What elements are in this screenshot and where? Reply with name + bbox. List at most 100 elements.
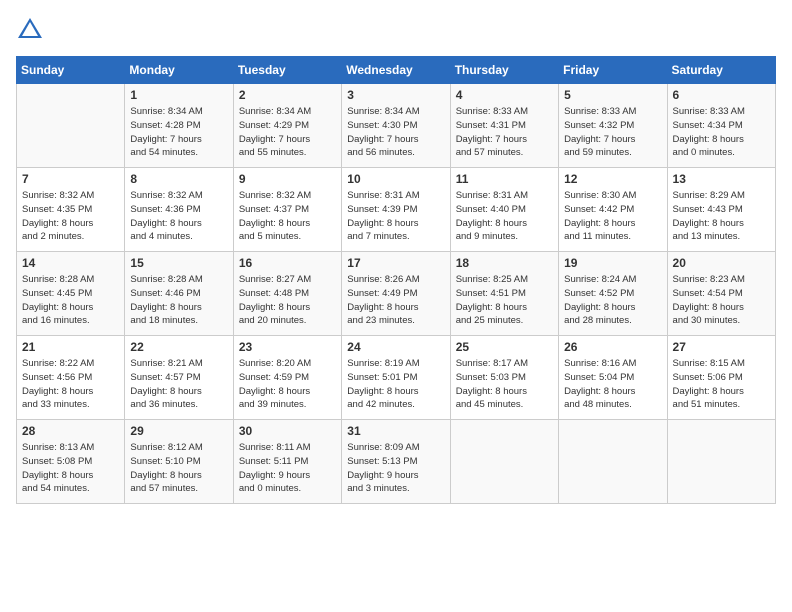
day-info: Sunrise: 8:32 AM Sunset: 4:36 PM Dayligh… [130,189,227,244]
calendar-cell: 5 Sunrise: 8:33 AM Sunset: 4:32 PM Daylig… [559,84,667,168]
calendar-cell [17,84,125,168]
day-number: 28 [22,424,119,438]
day-info: Sunrise: 8:30 AM Sunset: 4:42 PM Dayligh… [564,189,661,244]
day-number: 14 [22,256,119,270]
calendar-cell: 22 Sunrise: 8:21 AM Sunset: 4:57 PM Dayli… [125,336,233,420]
day-number: 22 [130,340,227,354]
logo-icon [16,16,44,44]
day-info: Sunrise: 8:26 AM Sunset: 4:49 PM Dayligh… [347,273,444,328]
day-number: 6 [673,88,770,102]
day-info: Sunrise: 8:32 AM Sunset: 4:35 PM Dayligh… [22,189,119,244]
calendar-cell [667,420,775,504]
day-info: Sunrise: 8:24 AM Sunset: 4:52 PM Dayligh… [564,273,661,328]
calendar-cell: 25 Sunrise: 8:17 AM Sunset: 5:03 PM Dayli… [450,336,558,420]
calendar-cell: 6 Sunrise: 8:33 AM Sunset: 4:34 PM Daylig… [667,84,775,168]
day-info: Sunrise: 8:29 AM Sunset: 4:43 PM Dayligh… [673,189,770,244]
calendar-cell: 21 Sunrise: 8:22 AM Sunset: 4:56 PM Dayli… [17,336,125,420]
day-info: Sunrise: 8:27 AM Sunset: 4:48 PM Dayligh… [239,273,336,328]
day-info: Sunrise: 8:19 AM Sunset: 5:01 PM Dayligh… [347,357,444,412]
calendar-cell: 19 Sunrise: 8:24 AM Sunset: 4:52 PM Dayli… [559,252,667,336]
calendar-cell: 29 Sunrise: 8:12 AM Sunset: 5:10 PM Dayli… [125,420,233,504]
day-number: 15 [130,256,227,270]
day-number: 19 [564,256,661,270]
day-info: Sunrise: 8:12 AM Sunset: 5:10 PM Dayligh… [130,441,227,496]
day-number: 25 [456,340,553,354]
calendar-cell: 30 Sunrise: 8:11 AM Sunset: 5:11 PM Dayli… [233,420,341,504]
calendar-week-row: 14 Sunrise: 8:28 AM Sunset: 4:45 PM Dayli… [17,252,776,336]
col-header-saturday: Saturday [667,57,775,84]
day-info: Sunrise: 8:16 AM Sunset: 5:04 PM Dayligh… [564,357,661,412]
day-number: 5 [564,88,661,102]
day-number: 4 [456,88,553,102]
day-info: Sunrise: 8:22 AM Sunset: 4:56 PM Dayligh… [22,357,119,412]
col-header-wednesday: Wednesday [342,57,450,84]
day-number: 26 [564,340,661,354]
calendar-cell: 20 Sunrise: 8:23 AM Sunset: 4:54 PM Dayli… [667,252,775,336]
day-number: 17 [347,256,444,270]
day-info: Sunrise: 8:25 AM Sunset: 4:51 PM Dayligh… [456,273,553,328]
calendar-table: SundayMondayTuesdayWednesdayThursdayFrid… [16,56,776,504]
day-info: Sunrise: 8:31 AM Sunset: 4:39 PM Dayligh… [347,189,444,244]
calendar-cell: 4 Sunrise: 8:33 AM Sunset: 4:31 PM Daylig… [450,84,558,168]
day-info: Sunrise: 8:13 AM Sunset: 5:08 PM Dayligh… [22,441,119,496]
day-number: 1 [130,88,227,102]
day-info: Sunrise: 8:34 AM Sunset: 4:28 PM Dayligh… [130,105,227,160]
day-number: 24 [347,340,444,354]
day-info: Sunrise: 8:33 AM Sunset: 4:34 PM Dayligh… [673,105,770,160]
day-info: Sunrise: 8:33 AM Sunset: 4:32 PM Dayligh… [564,105,661,160]
calendar-cell: 12 Sunrise: 8:30 AM Sunset: 4:42 PM Dayli… [559,168,667,252]
day-number: 12 [564,172,661,186]
calendar-cell: 24 Sunrise: 8:19 AM Sunset: 5:01 PM Dayli… [342,336,450,420]
day-info: Sunrise: 8:34 AM Sunset: 4:30 PM Dayligh… [347,105,444,160]
calendar-week-row: 7 Sunrise: 8:32 AM Sunset: 4:35 PM Daylig… [17,168,776,252]
day-info: Sunrise: 8:15 AM Sunset: 5:06 PM Dayligh… [673,357,770,412]
calendar-cell: 10Sunrise: 8:31 AM Sunset: 4:39 PM Dayli… [342,168,450,252]
day-info: Sunrise: 8:33 AM Sunset: 4:31 PM Dayligh… [456,105,553,160]
day-number: 7 [22,172,119,186]
col-header-sunday: Sunday [17,57,125,84]
col-header-friday: Friday [559,57,667,84]
calendar-cell: 8 Sunrise: 8:32 AM Sunset: 4:36 PM Daylig… [125,168,233,252]
calendar-week-row: 1 Sunrise: 8:34 AM Sunset: 4:28 PM Daylig… [17,84,776,168]
day-number: 30 [239,424,336,438]
day-info: Sunrise: 8:23 AM Sunset: 4:54 PM Dayligh… [673,273,770,328]
day-number: 11 [456,172,553,186]
day-number: 18 [456,256,553,270]
calendar-week-row: 21 Sunrise: 8:22 AM Sunset: 4:56 PM Dayli… [17,336,776,420]
day-info: Sunrise: 8:32 AM Sunset: 4:37 PM Dayligh… [239,189,336,244]
day-number: 31 [347,424,444,438]
day-info: Sunrise: 8:20 AM Sunset: 4:59 PM Dayligh… [239,357,336,412]
day-number: 2 [239,88,336,102]
day-number: 29 [130,424,227,438]
calendar-cell: 31 Sunrise: 8:09 AM Sunset: 5:13 PM Dayli… [342,420,450,504]
calendar-cell: 28 Sunrise: 8:13 AM Sunset: 5:08 PM Dayli… [17,420,125,504]
calendar-cell: 7 Sunrise: 8:32 AM Sunset: 4:35 PM Daylig… [17,168,125,252]
col-header-monday: Monday [125,57,233,84]
col-header-thursday: Thursday [450,57,558,84]
page-header [16,16,776,44]
day-number: 9 [239,172,336,186]
calendar-cell: 23Sunrise: 8:20 AM Sunset: 4:59 PM Dayli… [233,336,341,420]
calendar-cell [450,420,558,504]
day-info: Sunrise: 8:21 AM Sunset: 4:57 PM Dayligh… [130,357,227,412]
day-info: Sunrise: 8:11 AM Sunset: 5:11 PM Dayligh… [239,441,336,496]
day-info: Sunrise: 8:28 AM Sunset: 4:45 PM Dayligh… [22,273,119,328]
day-number: 8 [130,172,227,186]
calendar-cell: 11 Sunrise: 8:31 AM Sunset: 4:40 PM Dayli… [450,168,558,252]
calendar-cell: 17 Sunrise: 8:26 AM Sunset: 4:49 PM Dayli… [342,252,450,336]
day-info: Sunrise: 8:34 AM Sunset: 4:29 PM Dayligh… [239,105,336,160]
calendar-cell: 26 Sunrise: 8:16 AM Sunset: 5:04 PM Dayli… [559,336,667,420]
day-info: Sunrise: 8:31 AM Sunset: 4:40 PM Dayligh… [456,189,553,244]
day-number: 21 [22,340,119,354]
day-number: 13 [673,172,770,186]
calendar-cell: 14 Sunrise: 8:28 AM Sunset: 4:45 PM Dayli… [17,252,125,336]
logo [16,16,48,44]
calendar-week-row: 28 Sunrise: 8:13 AM Sunset: 5:08 PM Dayli… [17,420,776,504]
day-number: 16 [239,256,336,270]
day-info: Sunrise: 8:17 AM Sunset: 5:03 PM Dayligh… [456,357,553,412]
day-info: Sunrise: 8:09 AM Sunset: 5:13 PM Dayligh… [347,441,444,496]
day-number: 27 [673,340,770,354]
day-number: 20 [673,256,770,270]
calendar-cell: 16 Sunrise: 8:27 AM Sunset: 4:48 PM Dayli… [233,252,341,336]
calendar-cell: 3Sunrise: 8:34 AM Sunset: 4:30 PM Daylig… [342,84,450,168]
